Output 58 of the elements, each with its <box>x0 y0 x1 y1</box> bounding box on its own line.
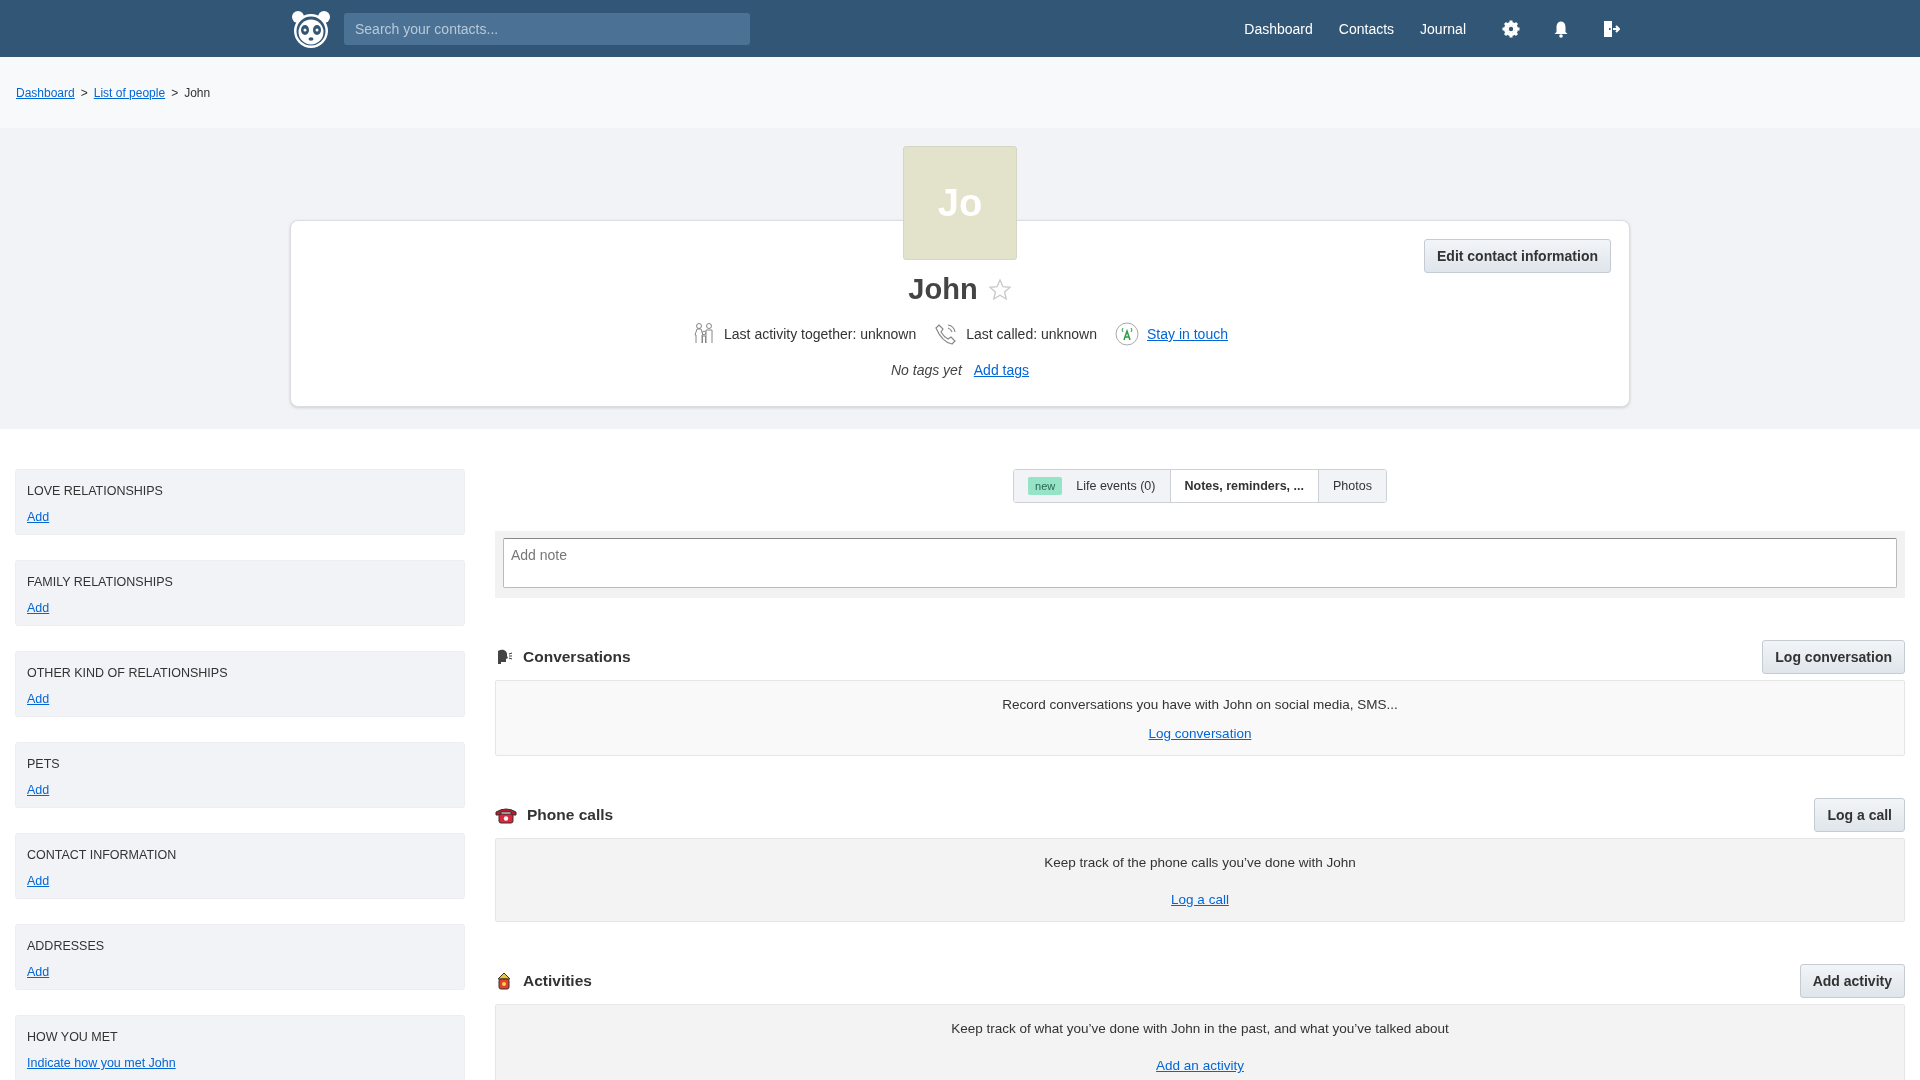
section-title: Phone calls <box>527 806 614 824</box>
section-button[interactable]: Add activity <box>1799 964 1905 998</box>
search-field[interactable]: Search your contacts... <box>344 12 750 45</box>
breadcrumb-link[interactable]: Dashboard <box>16 85 75 100</box>
panel-title: PETS <box>27 757 61 771</box>
settings-icon[interactable] <box>1502 19 1520 38</box>
last-called-text: Last called: unknown <box>966 326 1098 342</box>
speech-head-icon <box>495 648 513 666</box>
add-link[interactable]: Add <box>27 510 50 524</box>
notifications-bell-icon[interactable] <box>1552 19 1570 38</box>
antenna-icon <box>1115 322 1140 346</box>
tab[interactable]: Photos <box>1319 470 1386 502</box>
new-badge: new <box>1028 477 1063 495</box>
panel-title: HOW YOU MET <box>27 1030 119 1044</box>
last-activity-text: Last activity together: unknown <box>724 326 917 342</box>
panel-title: FAMILY RELATIONSHIPS <box>27 575 174 589</box>
tab[interactable]: new Life events (0) <box>1014 470 1171 502</box>
empty-state-text: Record conversations you have with John on social media, SMS... <box>1002 697 1398 712</box>
panel-title: OTHER KIND OF RELATIONSHIPS <box>27 666 229 680</box>
add-link[interactable]: Indicate how you met John <box>27 1056 176 1070</box>
empty-state-text: Keep track of what you’ve done with John in the past, and what you’ve talked about <box>951 1021 1449 1036</box>
tab-label: Notes, reminders, ... <box>1184 479 1304 493</box>
logout-door-icon[interactable] <box>1602 19 1620 38</box>
add-link[interactable]: Add <box>27 874 50 888</box>
empty-state-text: Keep track of the phone calls you’ve done with John <box>1044 855 1356 870</box>
add-link[interactable]: Add <box>27 601 50 615</box>
no-tags-text: No tags yet <box>890 362 962 378</box>
add-tags-link[interactable]: Add tags <box>973 362 1030 378</box>
telephone-icon <box>495 806 517 824</box>
empty-state-link[interactable]: Add an activity <box>1156 1058 1244 1073</box>
note-field[interactable]: Add note <box>503 538 1897 588</box>
section-button[interactable]: Log a call <box>1814 798 1905 832</box>
empty-state-link[interactable]: Log conversation <box>1148 726 1252 741</box>
tab-label: Life events (0) <box>1076 479 1156 493</box>
breadcrumb-current: John <box>184 85 211 100</box>
phone-handset-icon <box>934 322 959 346</box>
favorite-star-icon[interactable] <box>987 277 1012 302</box>
add-link[interactable]: Add <box>27 783 50 797</box>
panel-title: LOVE RELATIONSHIPS <box>27 484 164 498</box>
contact-name: John <box>908 273 978 306</box>
add-link[interactable]: Add <box>27 692 50 706</box>
panel-title: CONTACT INFORMATION <box>27 848 178 862</box>
breadcrumb-link[interactable]: List of people <box>93 85 166 100</box>
tab-label: Photos <box>1333 479 1372 493</box>
section-button[interactable]: Log conversation <box>1762 640 1905 674</box>
panel-title: ADDRESSES <box>27 939 106 953</box>
lantern-icon <box>495 972 513 990</box>
breadcrumb-separator: > <box>80 85 88 100</box>
section-title: Activities <box>523 972 592 990</box>
section-title: Conversations <box>523 648 631 666</box>
breadcrumb-separator: > <box>171 85 179 100</box>
empty-state-link[interactable]: Log a call <box>1171 892 1229 907</box>
stay-in-touch-link[interactable]: Stay in touch <box>1147 326 1228 342</box>
nav-link[interactable]: Dashboard <box>1244 20 1313 37</box>
nav-link[interactable]: Journal <box>1420 20 1466 37</box>
add-link[interactable]: Add <box>27 965 50 979</box>
edit-contact-button[interactable]: Edit contact information <box>1424 239 1611 273</box>
nav-link[interactable]: Contacts <box>1338 20 1395 37</box>
